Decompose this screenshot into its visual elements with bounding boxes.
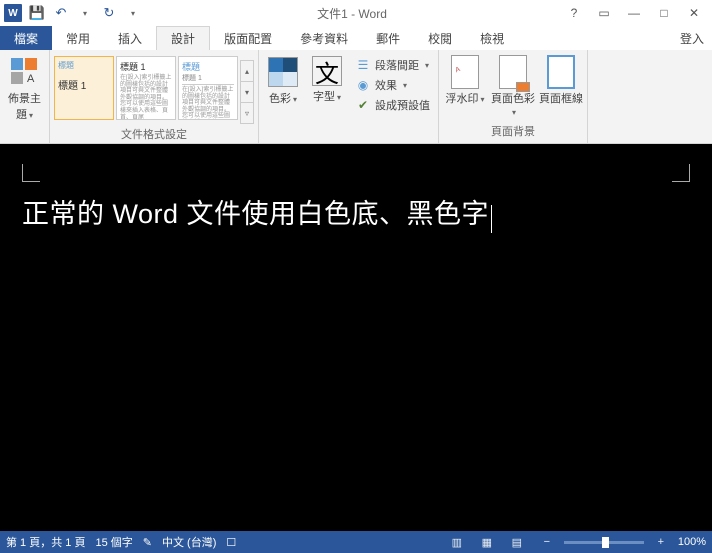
tab-file[interactable]: 檔案: [0, 26, 52, 50]
maximize-button[interactable]: □: [650, 2, 678, 24]
close-button[interactable]: ✕: [680, 2, 708, 24]
themes-label: 佈景主題: [8, 93, 41, 121]
page-color-button[interactable]: 頁面色彩 ▾: [491, 52, 535, 118]
group-label-format: 文件格式設定: [54, 124, 254, 144]
status-page[interactable]: 第 1 頁，共 1 頁: [6, 534, 85, 550]
login-link[interactable]: 登入: [672, 26, 712, 50]
page-color-icon: [497, 56, 529, 88]
colors-icon: [267, 56, 299, 88]
style-set-item-3[interactable]: 標題 標題 1 在[設入]索引標籤上的圖樣包括的設計項目可與文件整體外觀協調的項…: [178, 56, 238, 120]
themes-button[interactable]: A 佈景主題▾: [4, 52, 45, 122]
qat-undo-more[interactable]: ▾: [74, 2, 96, 24]
chevron-down-icon: ▾: [425, 61, 429, 70]
fonts-icon: 文: [312, 56, 342, 86]
chevron-down-icon: ▾: [480, 95, 484, 104]
qat-redo-button[interactable]: ↻: [98, 2, 120, 24]
style-set-body: 在[設入]索引標籤上的圖樣包括的設計項目可與文件整體外觀協調的項目。您可以使用這…: [182, 87, 234, 120]
chevron-down-icon: ▾: [29, 111, 33, 120]
set-default-label: 設成預設值: [375, 97, 430, 113]
status-ime-icon[interactable]: ☐: [226, 536, 236, 549]
page-borders-label: 頁面框線: [539, 90, 583, 106]
style-set-title: 標題 1: [120, 60, 172, 73]
page-color-label: 頁面色彩: [491, 93, 535, 105]
ribbon-display-button[interactable]: ▭: [590, 2, 618, 24]
tab-insert[interactable]: 插入: [104, 26, 156, 50]
watermark-icon: A: [449, 56, 481, 88]
gallery-scroll-down[interactable]: ▾: [241, 82, 253, 103]
zoom-percent[interactable]: 100%: [678, 536, 706, 548]
paragraph-spacing-label: 段落間距: [375, 57, 419, 73]
help-button[interactable]: ?: [560, 2, 588, 24]
style-set-sub: 標題 1: [182, 73, 234, 85]
colors-label: 色彩: [269, 93, 291, 105]
status-word-count[interactable]: 15 個字: [95, 534, 132, 550]
chevron-down-icon: ▾: [403, 81, 407, 90]
zoom-thumb[interactable]: [602, 537, 609, 548]
effects-button[interactable]: ◉效果 ▾: [351, 76, 434, 94]
text-cursor: [491, 205, 492, 233]
crop-mark-top-left: [22, 164, 40, 182]
gallery-scroll-up[interactable]: ▴: [241, 61, 253, 82]
themes-icon: A: [9, 56, 41, 88]
qat-customize[interactable]: ▾: [122, 2, 144, 24]
style-set-sub: 標題 1: [58, 77, 110, 92]
crop-mark-top-right: [672, 164, 690, 182]
tab-view[interactable]: 檢視: [466, 26, 518, 50]
minimize-button[interactable]: —: [620, 2, 648, 24]
effects-label: 效果: [375, 77, 397, 93]
group-label-themes: [4, 137, 45, 141]
status-proofing-icon[interactable]: ✎: [143, 536, 152, 549]
colors-button[interactable]: 色彩▾: [263, 52, 303, 106]
chevron-down-icon: ▾: [293, 95, 297, 104]
tab-review[interactable]: 校閱: [414, 26, 466, 50]
qat-save-button[interactable]: 💾: [26, 2, 48, 24]
document-area[interactable]: 正常的 Word 文件使用白色底、黑色字: [0, 144, 712, 531]
watermark-label: 浮水印: [445, 93, 478, 105]
svg-text:A: A: [27, 73, 35, 85]
zoom-out-button[interactable]: −: [536, 533, 558, 551]
document-text[interactable]: 正常的 Word 文件使用白色底、黑色字: [22, 199, 489, 229]
tab-mailings[interactable]: 郵件: [362, 26, 414, 50]
fonts-button[interactable]: 文 字型▾: [307, 52, 347, 104]
group-label-background: 頁面背景: [443, 121, 583, 141]
zoom-in-button[interactable]: +: [650, 533, 672, 551]
gallery-more[interactable]: ▿: [241, 103, 253, 123]
tab-references[interactable]: 參考資料: [286, 26, 362, 50]
window-title: 文件1 - Word: [144, 5, 560, 22]
view-read-mode[interactable]: ▥: [446, 533, 468, 551]
group-label-format-cont: [263, 137, 434, 141]
qat-undo-button[interactable]: ↶: [50, 2, 72, 24]
view-print-layout[interactable]: ▦: [476, 533, 498, 551]
style-set-body: 在[設入]索引標籤上的圖樣包括的設計項目可與文件整體外觀協調的項目。您可以使用這…: [120, 75, 172, 120]
watermark-button[interactable]: A 浮水印▾: [443, 52, 487, 106]
effects-icon: ◉: [355, 77, 371, 93]
word-app-icon: W: [4, 4, 22, 22]
status-language[interactable]: 中文 (台灣): [162, 534, 216, 550]
paragraph-spacing-button[interactable]: ☰段落間距 ▾: [351, 56, 434, 74]
paragraph-spacing-icon: ☰: [355, 57, 371, 73]
zoom-slider[interactable]: [564, 541, 644, 544]
tab-design[interactable]: 設計: [156, 26, 210, 50]
fonts-label: 字型: [313, 91, 335, 103]
chevron-down-icon: ▾: [337, 93, 341, 102]
chevron-down-icon: ▾: [512, 108, 516, 117]
style-set-item-1[interactable]: 標題 標題 1: [54, 56, 114, 120]
style-set-title: 標題: [182, 60, 234, 73]
tab-home[interactable]: 常用: [52, 26, 104, 50]
tab-layout[interactable]: 版面配置: [210, 26, 286, 50]
view-web-layout[interactable]: ▤: [506, 533, 528, 551]
check-icon: ✔: [355, 97, 371, 113]
set-default-button[interactable]: ✔設成預設值: [351, 96, 434, 114]
page-borders-icon: [545, 56, 577, 88]
style-set-title: 標題: [58, 60, 110, 71]
page-borders-button[interactable]: 頁面框線: [539, 52, 583, 106]
style-set-item-2[interactable]: 標題 1 在[設入]索引標籤上的圖樣包括的設計項目可與文件整體外觀協調的項目。您…: [116, 56, 176, 120]
